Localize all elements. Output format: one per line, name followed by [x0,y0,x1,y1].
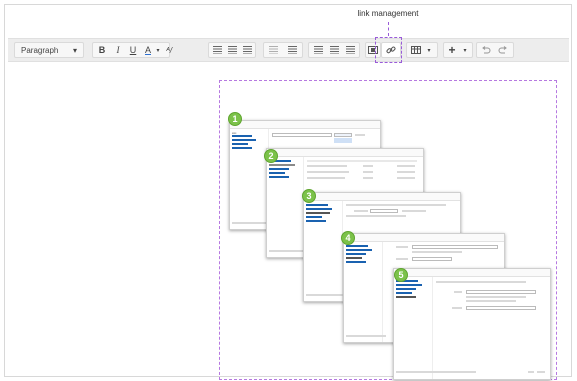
step-badge-3: 3 [302,189,316,203]
align-left-icon[interactable] [310,42,326,58]
outdent-icon[interactable] [265,42,281,58]
chevron-down-icon: ▾ [72,45,77,55]
step-badge-4: 4 [341,231,355,245]
step-badge-5: 5 [394,268,408,282]
editor-toolbar: Paragraph ▾ B I U A ▾ ᴬ/ ▾ + ▾ [8,38,569,62]
undo-icon[interactable] [478,42,494,58]
align-right-icon[interactable] [342,42,358,58]
chevron-down-icon[interactable]: ▾ [424,42,434,58]
paragraph-format-select[interactable]: Paragraph ▾ [14,42,84,58]
bold-button[interactable]: B [94,42,110,58]
italic-button[interactable]: I [110,42,126,58]
plus-icon[interactable]: + [445,42,459,58]
numbered-list-icon[interactable] [224,42,240,58]
step-badge-2: 2 [264,149,278,163]
step-badge-1: 1 [228,112,242,126]
highlight-button[interactable]: ᴬ/ [161,42,177,58]
paragraph-format-label: Paragraph [21,45,59,55]
align-center-icon[interactable] [326,42,342,58]
checklist-icon[interactable] [239,42,255,58]
underline-button[interactable]: U [125,42,141,58]
link-button-highlight [375,37,402,63]
bullet-list-icon[interactable] [209,42,225,58]
table-icon[interactable] [408,42,424,58]
chevron-down-icon[interactable]: ▾ [460,42,470,58]
callout-connector [388,22,389,36]
link-management-callout: link management [357,9,419,18]
indent-icon[interactable] [284,42,300,58]
link-dialog-step-5 [393,268,551,380]
redo-icon[interactable] [495,42,511,58]
